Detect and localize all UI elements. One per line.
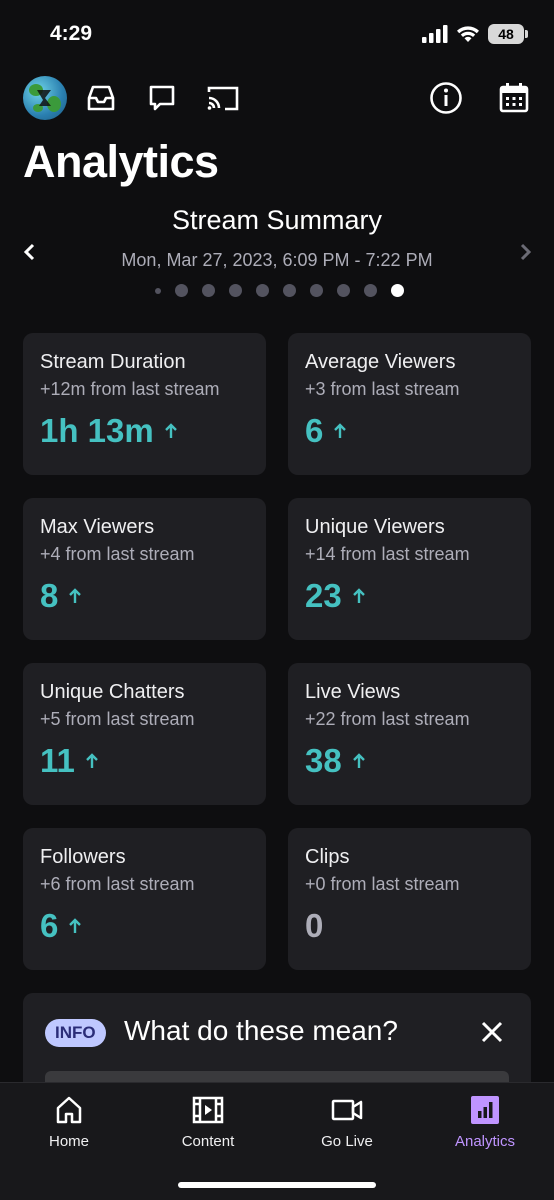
- page-dot[interactable]: [309, 284, 323, 297]
- stat-card[interactable]: Followers +6 from last stream 6: [23, 828, 266, 970]
- film-icon: [191, 1093, 225, 1127]
- info-title: What do these mean?: [124, 1015, 398, 1046]
- page-dot[interactable]: [363, 284, 377, 297]
- trend-up-arrow-icon: [86, 753, 98, 768]
- tab-analytics[interactable]: Analytics: [430, 1093, 540, 1150]
- next-stream-chevron-icon[interactable]: [515, 240, 535, 264]
- summary-title: Stream Summary: [171, 205, 383, 235]
- info-icon[interactable]: [428, 80, 464, 116]
- stat-value: 6: [40, 907, 59, 944]
- stat-value: 1h 13m: [40, 412, 154, 449]
- camera-icon: [330, 1093, 364, 1127]
- page-dot[interactable]: [282, 284, 296, 297]
- tab-label: Go Live: [321, 1133, 373, 1150]
- stat-value-row: 1h 13m: [40, 412, 249, 450]
- stat-value-row: 11: [40, 742, 249, 780]
- stat-card[interactable]: Stream Duration +12m from last stream 1h 1…: [23, 333, 266, 475]
- close-icon[interactable]: [479, 1019, 505, 1045]
- stat-title: Stream Duration: [40, 351, 186, 373]
- stat-value-row: 23: [305, 577, 514, 615]
- stat-title: Max Viewers: [40, 516, 155, 538]
- stat-card[interactable]: Max Viewers +4 from last stream 8: [23, 498, 266, 640]
- tab-home[interactable]: Home: [14, 1093, 124, 1150]
- tab-label: Analytics: [454, 1133, 516, 1150]
- battery-indicator: 48: [488, 24, 528, 44]
- stat-card[interactable]: Live Views +22 from last stream 38: [288, 663, 531, 805]
- bar-chart-icon: [468, 1093, 502, 1127]
- stat-value: 0: [305, 907, 324, 944]
- stat-title: Average Viewers: [305, 351, 456, 373]
- stat-change: +5 from last stream: [40, 709, 195, 729]
- top-bar: [0, 76, 554, 122]
- tab-label: Home: [48, 1133, 89, 1150]
- wifi-icon: [457, 26, 479, 42]
- page-dot[interactable]: [255, 284, 269, 297]
- stat-change: +0 from last stream: [305, 874, 460, 894]
- page-indicator[interactable]: [0, 284, 554, 297]
- trend-up-arrow-icon: [352, 753, 365, 768]
- home-icon: [52, 1093, 86, 1127]
- trend-up-arrow-icon: [69, 588, 82, 603]
- calendar-icon[interactable]: [496, 80, 532, 116]
- stat-value: 38: [305, 742, 342, 779]
- stat-value-row: 38: [305, 742, 514, 780]
- stat-value: 11: [40, 742, 75, 779]
- avatar-emblem-icon: [37, 90, 51, 106]
- page-dot[interactable]: [390, 284, 404, 297]
- trend-up-arrow-icon: [352, 588, 365, 603]
- stat-title: Followers: [40, 846, 126, 868]
- whispers-icon[interactable]: [144, 80, 180, 116]
- stat-title: Clips: [305, 846, 350, 868]
- stat-title: Unique Viewers: [305, 516, 445, 538]
- stat-value: 23: [305, 577, 342, 614]
- stat-value: 8: [40, 577, 59, 614]
- page-dot[interactable]: [154, 287, 161, 294]
- bottom-tab-bar: Home Content Go Live Analytics: [0, 1082, 554, 1200]
- stat-card[interactable]: Unique Chatters +5 from last stream 11: [23, 663, 266, 805]
- stat-card[interactable]: Unique Viewers +14 from last stream 23: [288, 498, 531, 640]
- stat-card[interactable]: Average Viewers +3 from last stream 6: [288, 333, 531, 475]
- cast-icon[interactable]: [205, 80, 241, 116]
- stat-change: +3 from last stream: [305, 379, 460, 399]
- stat-card[interactable]: Clips +0 from last stream 0: [288, 828, 531, 970]
- avatar[interactable]: [23, 76, 67, 120]
- stat-value-row: 0: [305, 907, 514, 945]
- stat-change: +4 from last stream: [40, 544, 195, 564]
- stat-value: 6: [305, 412, 324, 449]
- stat-title: Unique Chatters: [40, 681, 185, 703]
- tab-go-live[interactable]: Go Live: [292, 1093, 402, 1150]
- home-indicator: [178, 1182, 376, 1188]
- status-time: 4:29: [50, 22, 93, 45]
- page-dot[interactable]: [336, 284, 350, 297]
- stat-change: +12m from last stream: [40, 379, 220, 399]
- trend-up-arrow-icon: [334, 423, 347, 438]
- page-dot[interactable]: [228, 284, 242, 297]
- previous-stream-chevron-icon[interactable]: [20, 240, 40, 264]
- stat-value-row: 8: [40, 577, 249, 615]
- stat-value-row: 6: [40, 907, 249, 945]
- status-icons: 48: [422, 24, 528, 44]
- inbox-icon[interactable]: [83, 80, 119, 116]
- page-dot[interactable]: [174, 284, 188, 297]
- stat-title: Live Views: [305, 681, 401, 703]
- stat-change: +6 from last stream: [40, 874, 195, 894]
- signal-icon: [422, 25, 448, 43]
- tab-label: Content: [181, 1133, 235, 1150]
- stat-change: +14 from last stream: [305, 544, 470, 564]
- info-badge: INFO: [45, 1019, 106, 1047]
- trend-up-arrow-icon: [164, 423, 177, 438]
- status-bar: 4:29 48: [0, 0, 554, 70]
- stat-change: +22 from last stream: [305, 709, 470, 729]
- page-title: Analytics: [23, 136, 219, 187]
- summary-date-range: Mon, Mar 27, 2023, 6:09 PM - 7:22 PM: [121, 250, 433, 270]
- tab-content[interactable]: Content: [153, 1093, 263, 1150]
- page-dot[interactable]: [201, 284, 215, 297]
- trend-up-arrow-icon: [69, 918, 82, 933]
- stat-value-row: 6: [305, 412, 514, 450]
